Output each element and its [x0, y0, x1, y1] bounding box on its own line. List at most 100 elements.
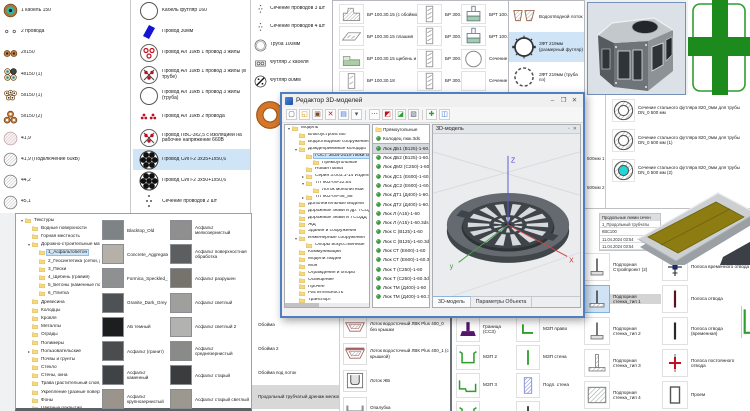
tree-item[interactable]: Водоотводные сооружения — [285, 139, 369, 146]
texture-item[interactable]: Granite_Dark_Grey — [102, 291, 168, 315]
list-item[interactable]: Люк С (В125)-1-60.3ds — [373, 237, 429, 246]
list-item[interactable]: 5х150 (1) — [0, 85, 130, 106]
list-item[interactable]: Провод АЛ 10кВ 1 провод 3 жилы — [133, 43, 257, 64]
view-list-icon[interactable]: ▤ — [338, 109, 349, 120]
tree-item[interactable]: Дополнительные модели — [285, 201, 369, 208]
tree-item[interactable]: Ограды — [18, 331, 100, 339]
tree-item[interactable]: ▸Серия 3.003.1-14 Изделия Жел — [285, 173, 369, 180]
list-item[interactable]: Люк ТМ (Д400)-1-60.3ds — [373, 292, 429, 301]
list-item[interactable]: Люк С (В125)-1-60 — [373, 227, 429, 236]
list-item[interactable]: Люк ТМ (Д400)-1-60 — [373, 283, 429, 292]
tree-item[interactable]: ▾Инженерные сооружения — [285, 235, 369, 242]
tree-item[interactable]: Растительность — [285, 290, 369, 297]
tree-item[interactable]: Освещение — [285, 277, 369, 284]
tree-item[interactable]: Водные поверхности — [18, 224, 100, 232]
list-item[interactable] — [514, 399, 580, 411]
list-item[interactable]: 2х150 — [0, 43, 130, 64]
chamber-3d-preview[interactable] — [587, 2, 686, 95]
tree-item[interactable]: Фоны — [18, 396, 100, 404]
list-item[interactable]: Труба 100мм — [251, 36, 332, 54]
viewport-3d[interactable]: Z X y — [433, 134, 580, 296]
list-item[interactable]: Подп. стена — [514, 371, 580, 399]
list-item[interactable]: МЗП 3 — [454, 371, 514, 399]
texture-item[interactable]: Асфальт крупнозернистый — [102, 387, 168, 411]
panel-icon[interactable]: ◫ — [439, 109, 450, 120]
tree-item[interactable]: ▾Модель — [285, 125, 369, 132]
list-item[interactable] — [454, 399, 514, 411]
pin-icon[interactable]: ▫ — [568, 126, 570, 132]
list-item[interactable]: Люк Т (С250)-1-60 — [373, 264, 429, 273]
list-item[interactable]: Провод 30мм — [133, 21, 257, 42]
list-item[interactable]: Проем — [662, 379, 750, 411]
list-item[interactable]: Провод АЛ 10кВ 2 провода — [133, 106, 257, 127]
tree-item[interactable]: Цветные покрытия — [18, 404, 100, 408]
tree-item[interactable]: Почвы и грунты — [18, 355, 100, 363]
minimize-button[interactable]: – — [547, 95, 558, 106]
tree-item[interactable]: Здания и сооружения — [285, 228, 369, 235]
list-item[interactable]: Люк ДС1 (Е600)-1-60.3ds — [373, 171, 429, 180]
list-item[interactable]: Подпорная стенка_тип 4 — [584, 379, 661, 411]
tree-item[interactable]: Полимеры — [18, 339, 100, 347]
delete-icon[interactable]: ✕ — [325, 109, 336, 120]
list-item[interactable]: Люк Л (А15)-1-60 — [373, 209, 429, 218]
tree-item[interactable]: ▾Текстуры — [18, 216, 100, 224]
tree-item[interactable]: 1_Асфальтобетон — [18, 249, 100, 257]
tree-item[interactable]: ГОСТ 3634-2019 Люки смотровые — [285, 153, 369, 160]
list-item[interactable]: Полоса отвода — [662, 283, 750, 315]
list-item[interactable]: Опалубка — [340, 394, 450, 411]
tree-item[interactable]: 3_Пески — [18, 265, 100, 273]
tree-item[interactable]: ▾Дождеприёмные колодцы — [285, 146, 369, 153]
list-item[interactable]: Полоса постоянного отвода — [662, 347, 750, 379]
list-item[interactable]: Провод ПВС-3х2,5 с изоляцией на рабочее … — [133, 128, 257, 149]
editor-titlebar[interactable]: Редактор 3D-моделей – ❐ ✕ — [282, 94, 583, 107]
texture-item[interactable]: Асфальт поверхностная обработка — [170, 242, 250, 266]
flag-icon[interactable]: ◩ — [382, 109, 393, 120]
tree-item[interactable]: Стекло — [18, 363, 100, 371]
list-item[interactable]: Подпорная стенка_тип 3 — [584, 347, 661, 379]
list-item[interactable]: Сечение проводов 2 шт — [133, 192, 257, 213]
horizontal-scrollbar[interactable] — [285, 303, 369, 307]
list-item[interactable]: Сечение стального футляра 820_0мм для тр… — [606, 155, 750, 185]
plant-icon[interactable]: ✚ — [426, 109, 437, 120]
list-item[interactable]: 4х150 (1) — [0, 64, 130, 85]
caret-down-icon[interactable]: ▾ — [351, 109, 362, 120]
tree-item[interactable]: Прочее — [285, 283, 369, 290]
list-item[interactable]: Люк ДБ2 (В125)-1-60.3ds — [373, 153, 429, 162]
tree-item[interactable]: Укрепление (разные поверхности) — [18, 388, 100, 396]
list-item[interactable]: Люк ДБ1 (В125)-1-60.3ds — [373, 144, 429, 153]
list-item[interactable]: Сечение стального футляра 820_0мм для тр… — [606, 95, 750, 125]
tab-3d-model[interactable]: 3D-модель — [433, 296, 471, 307]
list-item[interactable]: Обойма 2 — [252, 337, 339, 361]
tree-item[interactable]: Древесина — [18, 298, 100, 306]
list-item[interactable]: Подпорная стенка_тип 1 — [584, 283, 661, 315]
tree-item[interactable]: Лоток монолитный — [285, 187, 369, 194]
list-item[interactable]: Граница (ССЗ) — [454, 315, 514, 343]
tree-item[interactable]: Дорожные знаки и ТСОДД — [285, 215, 369, 222]
tree-item[interactable]: Коммуникации — [285, 249, 369, 256]
list-item[interactable]: Лоток водосточный ЛВК Plus 400_1 (с крыш… — [340, 340, 450, 367]
texture-item[interactable]: Асфальт (гранит) — [102, 339, 168, 363]
list-item[interactable]: 45,1 — [0, 192, 130, 213]
list-item[interactable]: 2 провода — [0, 21, 130, 42]
list-item[interactable]: 41,9 (Подключение 60кВ) — [0, 149, 130, 170]
list-item[interactable]: Люк ДТ2 (Д400)-1-60.3ds — [373, 199, 429, 208]
tree-item[interactable]: Металлы — [18, 322, 100, 330]
close-button[interactable]: ✕ — [569, 95, 580, 106]
list-item[interactable]: Лоток ЖБ — [340, 367, 450, 394]
dots-icon[interactable]: ⋯ — [369, 109, 380, 120]
texture-item[interactable]: Асфальт среднезернистый — [170, 339, 250, 363]
list-item[interactable]: Обойма под лоток — [252, 361, 339, 385]
tree-item[interactable]: Опоры искусственные — [285, 242, 369, 249]
list-item[interactable]: 1 кабель 150 — [0, 0, 130, 21]
new-file-icon[interactable]: ▢ — [286, 109, 297, 120]
list-item[interactable]: Сечение проводов 3 шт — [251, 0, 332, 18]
maximize-button[interactable]: ❐ — [558, 95, 569, 106]
open-icon[interactable]: ◱ — [299, 109, 310, 120]
list-item[interactable]: Полоса отвода (временная) — [662, 315, 750, 347]
list-item[interactable]: Люк ДТ1 (Д400)-1-60.3ds — [373, 190, 429, 199]
save-icon[interactable]: ▣ — [312, 109, 323, 120]
list-item[interactable]: МЗП право — [514, 315, 580, 343]
texture-item[interactable]: Concrete_Aggregate_Smoke — [102, 242, 168, 266]
list-item[interactable]: Подпорная стенка_тип 2 — [584, 315, 661, 347]
list-item[interactable]: МЗП 2 — [454, 343, 514, 371]
